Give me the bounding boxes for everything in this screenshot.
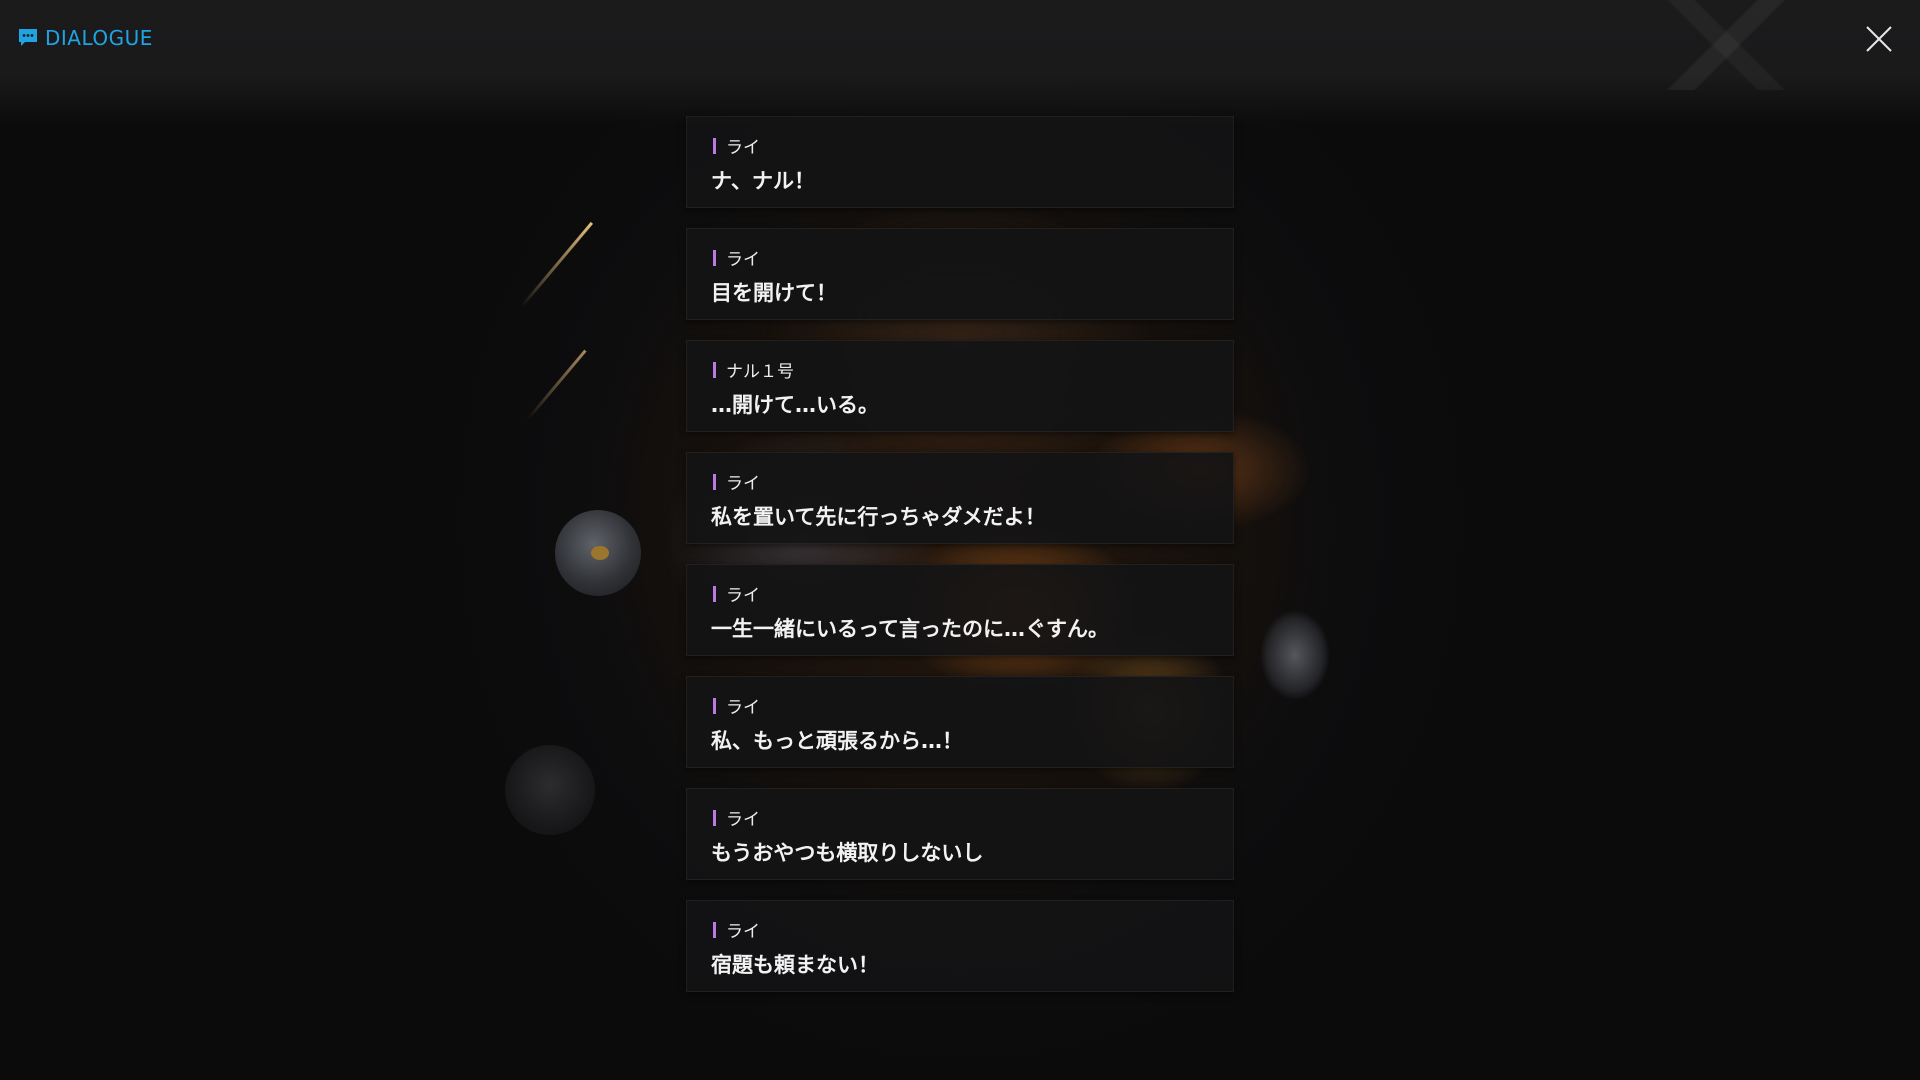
corner-decoration [1580,0,1880,90]
speaker-name: ライ [726,250,760,270]
speaker-marker [713,921,716,938]
dialogue-log-screen: DIALOGUE ライ ナ、ナル！ ライ 目を開けて！ ナル１号 …開けて…いる… [0,0,1920,1080]
close-icon [1866,26,1892,52]
dialogue-entry: ライ 宿題も頼まない！ [686,900,1234,992]
close-button[interactable] [1864,24,1894,54]
speaker-marker [713,473,716,490]
speaker-name: ライ [726,698,760,718]
speaker-marker [713,361,716,378]
dialogue-entry: ライ 一生一緒にいるって言ったのに…ぐすん。 [686,564,1234,656]
speaker-marker [713,697,716,714]
speaker-name: ナル１号 [726,362,794,382]
character-figure-image [1260,610,1330,700]
dialogue-entry: ライ 目を開けて！ [686,228,1234,320]
dialogue-title: DIALOGUE [17,26,153,50]
dialogue-entry: ナル１号 …開けて…いる。 [686,340,1234,432]
dialogue-entry: ライ ナ、ナル！ [686,116,1234,208]
dialogue-title-label: DIALOGUE [45,26,153,50]
dialogue-text: …開けて…いる。 [711,393,879,417]
dialogue-entry: ライ もうおやつも横取りしないし [686,788,1234,880]
dialogue-text: 私、もっと頑張るから…！ [711,729,963,753]
speaker-name: ライ [726,138,760,158]
dialogue-text: もうおやつも横取りしないし [711,841,984,865]
speaker-marker [713,249,716,266]
dialogue-entry: ライ 私、もっと頑張るから…！ [686,676,1234,768]
speaker-name: ライ [726,474,760,494]
penguin-mascot-image [505,745,595,835]
speaker-marker [713,585,716,602]
speaker-name: ライ [726,586,760,606]
speaker-marker [713,809,716,826]
dialogue-text: 目を開けて！ [711,281,837,305]
dialogue-text: 私を置いて先に行っちゃダメだよ！ [711,505,1046,529]
dialogue-text: 一生一緒にいるって言ったのに…ぐすん。 [711,617,1109,641]
speaker-name: ライ [726,922,760,942]
dialogue-text: ナ、ナル！ [711,169,815,193]
penguin-mascot-image [555,510,641,596]
speaker-marker [713,137,716,154]
chat-bubble-icon [19,29,37,46]
dialogue-list[interactable]: ライ ナ、ナル！ ライ 目を開けて！ ナル１号 …開けて…いる。 ライ 私を置い… [686,116,1234,1012]
dialogue-entry: ライ 私を置いて先に行っちゃダメだよ！ [686,452,1234,544]
speaker-name: ライ [726,810,760,830]
dialogue-text: 宿題も頼まない！ [711,953,879,977]
